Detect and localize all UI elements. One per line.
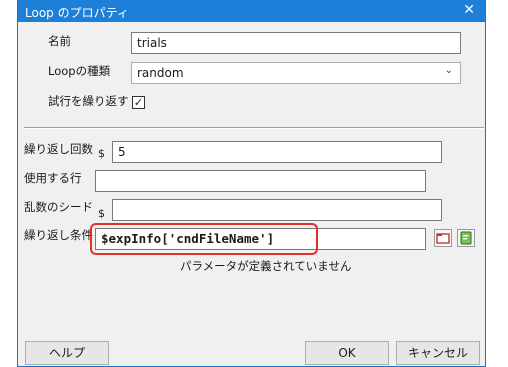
selectedrows-label: 使用する行 <box>24 171 82 185</box>
istrials-label: 試行を繰り返す <box>48 94 129 108</box>
cancel-button[interactable]: キャンセル <box>396 341 480 365</box>
folder-open-icon[interactable] <box>434 229 452 247</box>
title-bar: Loop のプロパティ ✕ <box>18 0 485 22</box>
looptype-label: Loopの種類 <box>48 64 111 78</box>
randomseed-label: 乱数のシード <box>24 200 93 214</box>
edit-conditions-icon[interactable] <box>457 229 475 247</box>
loop-properties-dialog: Loop のプロパティ ✕ 名前 trials Loopの種類 random ⌄… <box>17 0 486 367</box>
conditions-label: 繰り返し条件 <box>24 228 93 242</box>
name-label: 名前 <box>48 34 71 48</box>
section-divider <box>24 127 484 129</box>
nreps-dollar-icon: $ <box>98 147 105 160</box>
looptype-select[interactable]: random ⌄ <box>131 62 461 84</box>
randomseed-dollar-icon: $ <box>98 207 105 220</box>
close-icon[interactable]: ✕ <box>463 2 475 18</box>
nreps-label: 繰り返し回数 <box>24 142 93 156</box>
istrials-checkbox[interactable]: ✓ <box>132 96 145 109</box>
conditions-message: パラメータが定義されていません <box>180 259 352 273</box>
conditions-highlight-box <box>90 223 318 255</box>
randomseed-field[interactable] <box>112 199 442 221</box>
chevron-down-icon: ⌄ <box>444 65 453 76</box>
selectedrows-field[interactable] <box>95 170 426 192</box>
looptype-selected-value: random <box>137 66 184 80</box>
dialog-title: Loop のプロパティ <box>25 6 129 20</box>
help-button[interactable]: ヘルプ <box>25 341 109 365</box>
nreps-field[interactable]: 5 <box>112 141 442 163</box>
ok-button[interactable]: OK <box>305 341 389 365</box>
name-field[interactable]: trials <box>131 32 461 54</box>
